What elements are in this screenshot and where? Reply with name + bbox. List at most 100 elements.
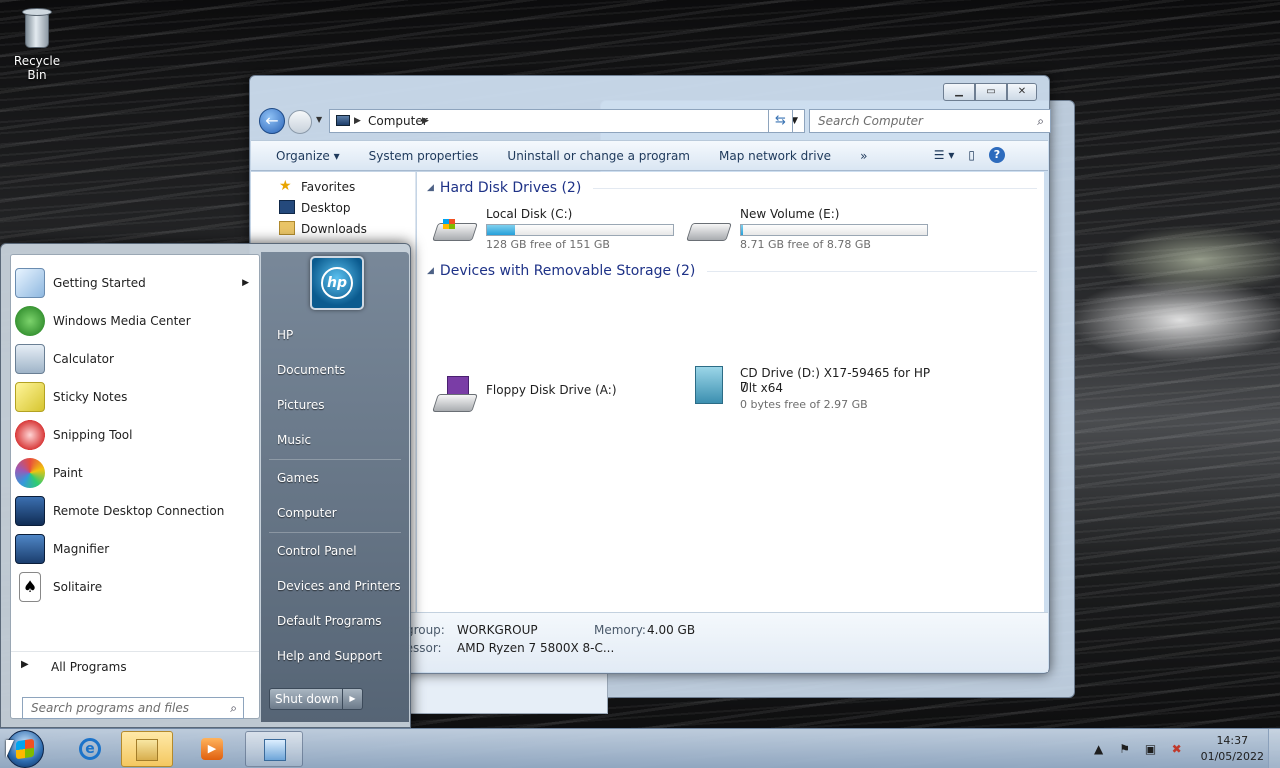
program-getting-started[interactable]: Getting Started ▶ <box>11 265 259 301</box>
close-button[interactable]: ✕ <box>1007 83 1037 101</box>
collapse-icon[interactable]: ◢ <box>427 183 434 193</box>
uninstall-program-button[interactable]: Uninstall or change a program <box>507 149 690 163</box>
program-snipping-tool[interactable]: Snipping Tool <box>11 417 259 453</box>
navigation-bar: ← ▼ ▶ Computer ▶ ▼ ⇆ Search Computer ⌕ <box>259 107 1051 135</box>
clock[interactable]: 14:37 01/05/2022 <box>1201 733 1264 765</box>
all-programs-button[interactable]: ▶ All Programs <box>11 651 259 685</box>
show-desktop-button[interactable] <box>1268 729 1280 768</box>
star-icon: ★ <box>279 178 292 194</box>
taskbar-internet-explorer[interactable]: e <box>61 731 119 767</box>
program-label: Calculator <box>53 352 114 366</box>
start-menu: Getting Started ▶ Windows Media Center C… <box>0 243 411 728</box>
shutdown-label: Shut down <box>275 692 339 706</box>
recycle-bin-icon <box>19 6 55 50</box>
help-icon[interactable]: ? <box>989 147 1005 163</box>
system-properties-button[interactable]: System properties <box>369 149 479 163</box>
media-center-icon <box>15 306 45 336</box>
link-help-support[interactable]: Help and Support <box>261 641 409 671</box>
downloads-folder-icon <box>279 221 295 235</box>
caption-buttons: ▁ ▭ ✕ <box>943 83 1037 101</box>
group-header-hard-disks[interactable]: ◢ Hard Disk Drives (2) <box>427 180 1037 196</box>
start-search-input[interactable]: Search programs and files ⌕ <box>22 697 244 719</box>
shutdown-button[interactable]: Shut down ▶ <box>269 688 363 710</box>
drive-a[interactable]: Floppy Disk Drive (A:) <box>432 370 683 412</box>
program-calculator[interactable]: Calculator <box>11 341 259 377</box>
organize-menu[interactable]: Organize ▾ <box>276 149 340 163</box>
maximize-button[interactable]: ▭ <box>975 83 1007 101</box>
breadcrumb-computer[interactable]: Computer <box>368 114 428 128</box>
program-sticky-notes[interactable]: Sticky Notes <box>11 379 259 415</box>
breadcrumb-arrow-icon[interactable]: ▶ <box>422 110 429 132</box>
map-network-drive-button[interactable]: Map network drive <box>719 149 831 163</box>
recent-pages-dropdown[interactable]: ▼ <box>316 115 322 124</box>
program-label: Solitaire <box>53 580 103 594</box>
nav-desktop[interactable]: Desktop <box>279 199 351 217</box>
address-bar[interactable]: ▶ Computer ▶ ▼ <box>329 109 805 133</box>
user-picture[interactable]: hp <box>310 256 364 310</box>
drive-name: Floppy Disk Drive (A:) <box>486 383 617 397</box>
drive-c[interactable]: Local Disk (C:) 128 GB free of 151 GB <box>432 207 683 251</box>
recycle-bin[interactable]: Recycle Bin <box>4 6 70 82</box>
magnifier-icon <box>15 534 45 564</box>
preview-pane-icon[interactable]: ▯ <box>968 148 975 162</box>
all-programs-label: All Programs <box>51 660 127 674</box>
more-commands-button[interactable]: » <box>860 149 867 163</box>
link-control-panel[interactable]: Control Panel <box>261 536 409 566</box>
drive-free-space: 8.71 GB free of 8.78 GB <box>740 238 871 251</box>
action-center-flag-icon[interactable]: ⚑ <box>1117 741 1133 757</box>
search-icon[interactable]: ⌕ <box>1037 110 1044 132</box>
taskbar-control-panel[interactable] <box>245 731 303 767</box>
minimize-button[interactable]: ▁ <box>943 83 975 101</box>
snipping-tool-icon <box>15 420 45 450</box>
program-label: Getting Started <box>53 276 146 290</box>
drive-e[interactable]: New Volume (E:) 8.71 GB free of 8.78 GB <box>686 207 937 251</box>
shutdown-options-icon[interactable]: ▶ <box>342 689 362 709</box>
link-music[interactable]: Music <box>261 425 409 455</box>
breadcrumb-arrow-icon[interactable]: ▶ <box>354 110 361 132</box>
program-label: Remote Desktop Connection <box>53 504 225 518</box>
hard-drive-icon <box>686 213 733 247</box>
background-dialog[interactable] <box>410 672 608 714</box>
processor-value: AMD Ryzen 7 5800X 8-C... <box>457 641 615 655</box>
network-icon[interactable]: ▣ <box>1143 741 1159 757</box>
memory-value: 4.00 GB <box>647 623 696 637</box>
separator <box>269 532 401 533</box>
view-options-icon[interactable]: ☰ ▾ <box>934 148 955 162</box>
capacity-bar <box>486 224 674 236</box>
taskbar-media-player[interactable]: ▶ <box>183 731 241 767</box>
nav-favorites[interactable]: ★ Favorites <box>279 178 355 196</box>
drive-d[interactable]: CD Drive (D:) X17-59465 for HP 7 Ult x64… <box>687 366 937 416</box>
program-solitaire[interactable]: ♠ Solitaire <box>11 569 259 605</box>
submenu-arrow-icon[interactable]: ▶ <box>242 265 249 301</box>
program-paint[interactable]: Paint <box>11 455 259 491</box>
link-games[interactable]: Games <box>261 463 409 493</box>
link-computer[interactable]: Computer <box>261 498 409 528</box>
nav-downloads[interactable]: Downloads <box>279 220 367 238</box>
separator <box>269 459 401 460</box>
search-icon[interactable]: ⌕ <box>230 698 237 718</box>
link-hp[interactable]: HP <box>261 320 409 350</box>
solitaire-icon: ♠ <box>19 572 41 602</box>
file-list: ◢ Hard Disk Drives (2) Local Disk (C:) 1… <box>417 172 1044 612</box>
program-magnifier[interactable]: Magnifier <box>11 531 259 567</box>
program-media-center[interactable]: Windows Media Center <box>11 303 259 339</box>
volume-muted-icon[interactable]: ✖ <box>1169 741 1185 757</box>
link-documents[interactable]: Documents <box>261 355 409 385</box>
collapse-icon[interactable]: ◢ <box>427 266 434 276</box>
program-remote-desktop[interactable]: Remote Desktop Connection <box>11 493 259 529</box>
refresh-button[interactable]: ⇆ <box>768 109 793 133</box>
link-default-programs[interactable]: Default Programs <box>261 606 409 636</box>
cd-drive-icon <box>687 366 733 406</box>
control-panel-icon <box>264 739 286 761</box>
start-search-placeholder: Search programs and files <box>31 701 189 715</box>
show-hidden-icons-icon[interactable]: ▲ <box>1091 741 1107 757</box>
link-pictures[interactable]: Pictures <box>261 390 409 420</box>
back-button[interactable]: ← <box>259 108 285 134</box>
program-label: Snipping Tool <box>53 428 133 442</box>
group-header-removable[interactable]: ◢ Devices with Removable Storage (2) <box>427 263 1037 279</box>
search-input[interactable]: Search Computer ⌕ <box>809 109 1051 133</box>
forward-button[interactable] <box>288 110 312 134</box>
taskbar-windows-explorer[interactable] <box>121 731 173 767</box>
nav-desktop-label: Desktop <box>301 201 351 215</box>
link-devices-printers[interactable]: Devices and Printers <box>261 571 409 601</box>
